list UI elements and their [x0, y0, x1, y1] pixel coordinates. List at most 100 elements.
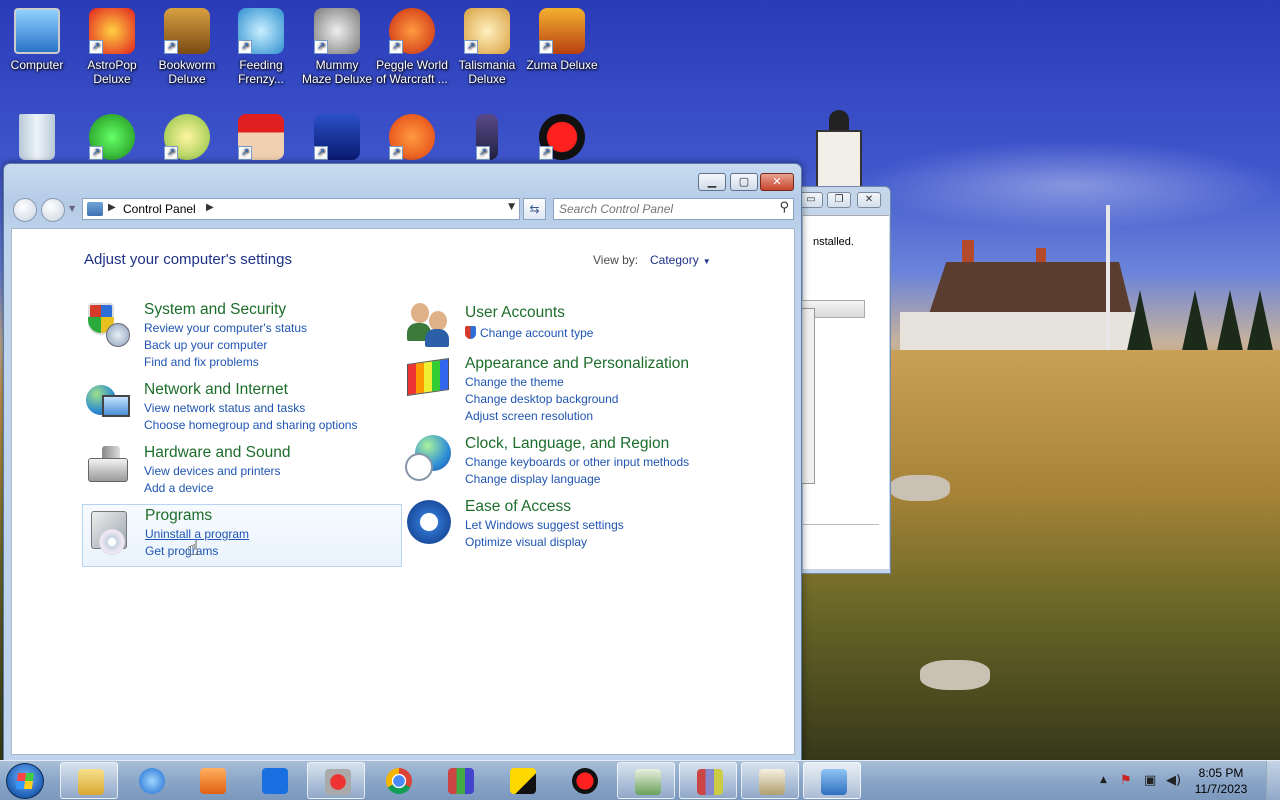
- taskbar-media-player[interactable]: [183, 762, 241, 799]
- taskbar-winrar[interactable]: [431, 762, 489, 799]
- category-network-internet[interactable]: Network and Internet View network status…: [84, 381, 404, 433]
- category-title[interactable]: User Accounts: [465, 304, 565, 322]
- search-icon[interactable]: ⚲: [779, 200, 789, 215]
- category-user-accounts[interactable]: User Accounts Change account type: [405, 301, 745, 349]
- category-title[interactable]: Ease of Access: [465, 498, 571, 516]
- background-dialog-window[interactable]: ▭ ❐ ✕ nstalled.: [790, 186, 891, 574]
- link-optimize-display[interactable]: Optimize visual display: [465, 535, 587, 549]
- breadcrumb-separator-icon[interactable]: ▶: [206, 202, 214, 213]
- desktop-icon-talismania[interactable]: ↗ Talismania Deluxe: [450, 8, 524, 86]
- desktop-icon-zuma[interactable]: ↗ Zuma Deluxe: [525, 8, 599, 72]
- category-ease-of-access[interactable]: Ease of Access Let Windows suggest setti…: [405, 498, 745, 550]
- link-review-status[interactable]: Review your computer's status: [144, 321, 307, 335]
- bookworm-icon: ↗: [164, 8, 210, 54]
- close-button[interactable]: ✕: [760, 173, 794, 191]
- taskbar-file-explorer[interactable]: [60, 762, 118, 799]
- desktop-icon-astropop[interactable]: ↗ AstroPop Deluxe: [75, 8, 149, 86]
- desktop-icon-computer[interactable]: Computer: [0, 8, 74, 72]
- category-appearance-personalization[interactable]: Appearance and Personalization Change th…: [405, 355, 745, 423]
- recycle-bin-icon: [19, 114, 55, 160]
- category-title[interactable]: Appearance and Personalization: [465, 355, 689, 373]
- search-box[interactable]: ⚲: [553, 198, 794, 220]
- breadcrumb-separator-icon[interactable]: ▶: [108, 202, 116, 213]
- maximize-button[interactable]: ▢: [730, 173, 758, 191]
- search-input[interactable]: [559, 201, 769, 217]
- frog-app-icon: ↗: [164, 114, 210, 160]
- minimize-button[interactable]: ▁: [698, 173, 726, 191]
- recent-pages-dropdown-icon[interactable]: ▼: [69, 204, 75, 213]
- peggle-wow-icon: ↗: [389, 8, 435, 54]
- network-internet-icon: [84, 381, 132, 429]
- taskbar-scanner[interactable]: [741, 762, 799, 799]
- control-panel-window[interactable]: ▁ ▢ ✕ ▼ ▶ Control Panel ▶ ▼ ⇆ ⚲ Adjust y…: [3, 163, 802, 761]
- desktop-icon-tower[interactable]: ↗: [450, 114, 524, 164]
- link-keyboards-input[interactable]: Change keyboards or other input methods: [465, 455, 689, 469]
- taskbar-installer[interactable]: [307, 762, 365, 799]
- category-title[interactable]: Programs: [145, 507, 212, 525]
- view-by-value[interactable]: Category: [650, 253, 699, 267]
- view-by-dropdown[interactable]: Category ▼: [650, 253, 711, 267]
- action-center-flag-icon[interactable]: ⚑: [1120, 773, 1132, 788]
- desktop-icon-gnome[interactable]: ↗: [224, 114, 298, 164]
- taskbar-sticky-app[interactable]: [493, 762, 551, 799]
- desktop-icon-mpi[interactable]: ↗: [300, 114, 374, 164]
- desktop-icon-record[interactable]: ↗: [525, 114, 599, 164]
- show-desktop-button[interactable]: [1266, 761, 1280, 800]
- link-change-theme[interactable]: Change the theme: [465, 375, 564, 389]
- link-suggest-settings[interactable]: Let Windows suggest settings: [465, 518, 624, 532]
- category-title[interactable]: System and Security: [144, 301, 286, 319]
- link-find-fix[interactable]: Find and fix problems: [144, 355, 259, 369]
- category-programs[interactable]: Programs Uninstall a program Get program…: [82, 504, 402, 567]
- dropdown-arrow-icon[interactable]: ▼: [703, 257, 711, 266]
- link-change-account-type[interactable]: Change account type: [465, 326, 593, 340]
- desktop-icon-peggle-wow[interactable]: ↗ Peggle World of Warcraft ...: [375, 8, 449, 86]
- link-back-up[interactable]: Back up your computer: [144, 338, 267, 352]
- desktop-icon-feeding-frenzy[interactable]: ↗ Feeding Frenzy...: [224, 8, 298, 86]
- link-get-programs[interactable]: Get programs: [145, 544, 218, 558]
- category-clock-language-region[interactable]: Clock, Language, and Region Change keybo…: [405, 435, 745, 487]
- show-hidden-icons-icon[interactable]: ▲: [1100, 775, 1107, 785]
- taskbar-download-app[interactable]: [617, 762, 675, 799]
- forward-button[interactable]: [41, 198, 65, 222]
- desktop-icon-peggle[interactable]: ↗: [375, 114, 449, 164]
- view-by-label: View by:: [593, 253, 639, 267]
- background-minimize-button[interactable]: ▭: [799, 192, 823, 208]
- clock-time[interactable]: 8:05 PM: [1176, 766, 1266, 780]
- background-maximize-button[interactable]: ❐: [827, 192, 851, 208]
- network-icon[interactable]: ▣: [1144, 773, 1156, 788]
- start-button[interactable]: [6, 763, 44, 799]
- desktop-icon-bookworm[interactable]: ↗ Bookworm Deluxe: [150, 8, 224, 86]
- category-system-security[interactable]: System and Security Review your computer…: [84, 301, 404, 369]
- taskbar-record[interactable]: [555, 762, 613, 799]
- link-text[interactable]: Change account type: [480, 326, 593, 340]
- link-add-device[interactable]: Add a device: [144, 481, 213, 495]
- desktop-icon-recycle-bin[interactable]: [0, 114, 74, 164]
- taskbar-package[interactable]: [679, 762, 737, 799]
- background-close-button[interactable]: ✕: [857, 192, 881, 208]
- uac-shield-icon: [465, 326, 476, 339]
- refresh-button[interactable]: ⇆: [523, 198, 546, 220]
- back-button[interactable]: [13, 198, 37, 222]
- link-homegroup[interactable]: Choose homegroup and sharing options: [144, 418, 357, 432]
- category-title[interactable]: Network and Internet: [144, 381, 288, 399]
- desktop-icon-radiation[interactable]: ↗: [75, 114, 149, 164]
- breadcrumb-control-panel[interactable]: Control Panel: [123, 202, 196, 216]
- link-display-language[interactable]: Change display language: [465, 472, 600, 486]
- address-dropdown-icon[interactable]: ▼: [508, 202, 515, 212]
- link-devices-printers[interactable]: View devices and printers: [144, 464, 281, 478]
- address-bar[interactable]: ▶ Control Panel ▶ ▼: [82, 198, 520, 220]
- control-panel-address-icon: [87, 202, 103, 216]
- link-network-status[interactable]: View network status and tasks: [144, 401, 305, 415]
- desktop-icon-frog[interactable]: ↗: [150, 114, 224, 164]
- clock-date[interactable]: 11/7/2023: [1176, 782, 1266, 796]
- taskbar-dropbox[interactable]: [245, 762, 303, 799]
- link-screen-resolution[interactable]: Adjust screen resolution: [465, 409, 593, 423]
- taskbar-control-panel[interactable]: [803, 762, 861, 799]
- desktop-icon-mummy-maze[interactable]: ↗ Mummy Maze Deluxe: [300, 8, 374, 86]
- taskbar-internet-explorer[interactable]: [122, 762, 180, 799]
- link-desktop-background[interactable]: Change desktop background: [465, 392, 618, 406]
- category-title[interactable]: Clock, Language, and Region: [465, 435, 669, 453]
- category-hardware-sound[interactable]: Hardware and Sound View devices and prin…: [84, 444, 404, 496]
- category-title[interactable]: Hardware and Sound: [144, 444, 291, 462]
- taskbar-chrome[interactable]: [369, 762, 427, 799]
